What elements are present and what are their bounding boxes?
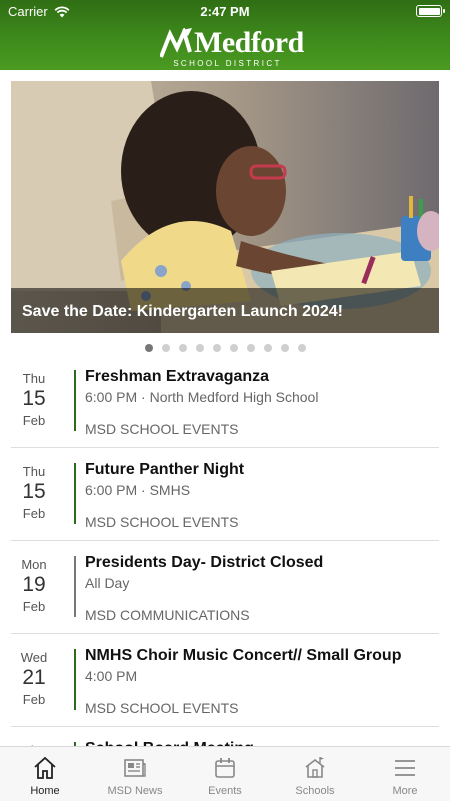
tab-more[interactable]: More — [360, 747, 450, 801]
event-category: MSD SCHOOL EVENTS — [85, 514, 239, 530]
tab-more-label: More — [392, 785, 418, 797]
tab-home-label: Home — [30, 785, 60, 797]
carousel-dot[interactable] — [195, 344, 204, 352]
school-icon — [305, 757, 325, 778]
event-category: MSD SCHOOL EVENTS — [85, 421, 239, 437]
app-header: Carrier 2:47 PM Medford SCHOOL DISTRICT — [0, 0, 450, 70]
tab-events[interactable]: Events — [180, 747, 270, 801]
tab-schools-label: Schools — [295, 785, 335, 797]
medford-logo: Medford SCHOOL DISTRICT — [160, 28, 304, 68]
event-time-location: All Day — [85, 575, 130, 591]
event-month: Feb — [22, 599, 46, 614]
event-date: Thu 15 Feb — [11, 371, 57, 428]
event-date: Wed 21 Feb — [11, 650, 57, 707]
event-dow: Thu — [22, 371, 46, 386]
event-title: Future Panther Night — [85, 461, 245, 478]
event-day: 15 — [22, 480, 46, 503]
event-info: NMHS Choir Music Concert// Small Group 4:… — [85, 647, 439, 716]
carousel-dot[interactable] — [246, 344, 255, 352]
carousel-dot[interactable] — [212, 344, 221, 352]
event-category-bar — [74, 463, 76, 524]
menu-icon — [395, 760, 415, 776]
event-day: 19 — [22, 573, 46, 596]
event-category-bar — [74, 370, 76, 431]
event-time-location: 6:00 PM · North Medford High School — [85, 389, 319, 405]
event-row[interactable]: Wed 21 Feb NMHS Choir Music Concert// Small… — [11, 641, 439, 727]
event-title: Presidents Day- District Closed — [85, 554, 324, 571]
event-row[interactable]: Mon 19 Feb Presidents Day- District Closed A… — [11, 548, 439, 634]
event-month: Feb — [22, 506, 46, 521]
event-title: NMHS Choir Music Concert// Small Group — [85, 647, 402, 664]
event-date: Mon 19 Feb — [11, 557, 57, 614]
event-dow: Wed — [20, 650, 48, 665]
carousel-dot[interactable] — [297, 344, 306, 352]
event-category-bar — [74, 649, 76, 710]
carousel-dot[interactable] — [229, 344, 238, 352]
status-time: 2:47 PM — [200, 4, 250, 19]
event-time-location: 4:00 PM — [85, 668, 138, 684]
event-month: Feb — [22, 692, 46, 707]
carousel-dot[interactable] — [178, 344, 187, 352]
tab-bar: Home MSD News Events Schools More — [0, 746, 450, 801]
event-row[interactable]: ThuSchool Board Meeting — [11, 734, 439, 746]
event-month: Feb — [22, 413, 46, 428]
event-dow: Thu — [22, 464, 46, 479]
logo-word: Medford — [194, 26, 304, 59]
event-day: 21 — [22, 666, 46, 689]
event-info: Future Panther Night 6:00 PM · SMHS MSD SC… — [85, 461, 439, 530]
hero-carousel[interactable]: Save the Date: Kindergarten Launch 2024! — [11, 81, 439, 333]
carousel-dot[interactable] — [280, 344, 289, 352]
calendar-icon — [215, 758, 235, 778]
tab-msd-news[interactable]: MSD News — [90, 747, 180, 801]
tab-msd-news-label: MSD News — [107, 785, 163, 797]
event-category-bar — [74, 556, 76, 617]
carousel-dot[interactable] — [161, 344, 170, 352]
event-category: MSD COMMUNICATIONS — [85, 607, 250, 623]
event-row[interactable]: Thu 15 Feb Freshman Extravaganza 6:00 PM · N… — [11, 362, 439, 448]
event-category: MSD SCHOOL EVENTS — [85, 700, 239, 716]
home-icon — [34, 756, 56, 779]
event-row[interactable]: Thu 15 Feb Future Panther Night 6:00 PM · SM… — [11, 455, 439, 541]
hero-caption[interactable]: Save the Date: Kindergarten Launch 2024! — [22, 303, 343, 321]
carousel-page-indicator[interactable] — [0, 344, 450, 352]
event-dow: Mon — [21, 557, 47, 572]
event-date: Thu 15 Feb — [11, 464, 57, 521]
news-icon — [124, 759, 146, 777]
event-time-location: 6:00 PM · SMHS — [85, 482, 191, 498]
status-bar: Carrier 2:47 PM — [0, 0, 450, 22]
events-list: Thu 15 Feb Freshman Extravaganza 6:00 PM · N… — [11, 362, 439, 746]
tab-events-label: Events — [208, 785, 242, 797]
battery-icon — [416, 5, 445, 17]
event-info: Freshman Extravaganza 6:00 PM · North Med… — [85, 368, 439, 437]
tab-schools[interactable]: Schools — [270, 747, 360, 801]
event-title: Freshman Extravaganza — [85, 368, 270, 385]
logo-subtitle: SCHOOL DISTRICT — [173, 59, 282, 68]
tab-home[interactable]: Home — [0, 747, 90, 801]
carousel-dot[interactable] — [144, 344, 153, 352]
event-info: Presidents Day- District Closed All Day MS… — [85, 554, 439, 623]
event-day: 15 — [22, 387, 46, 410]
carousel-dot[interactable] — [263, 344, 272, 352]
